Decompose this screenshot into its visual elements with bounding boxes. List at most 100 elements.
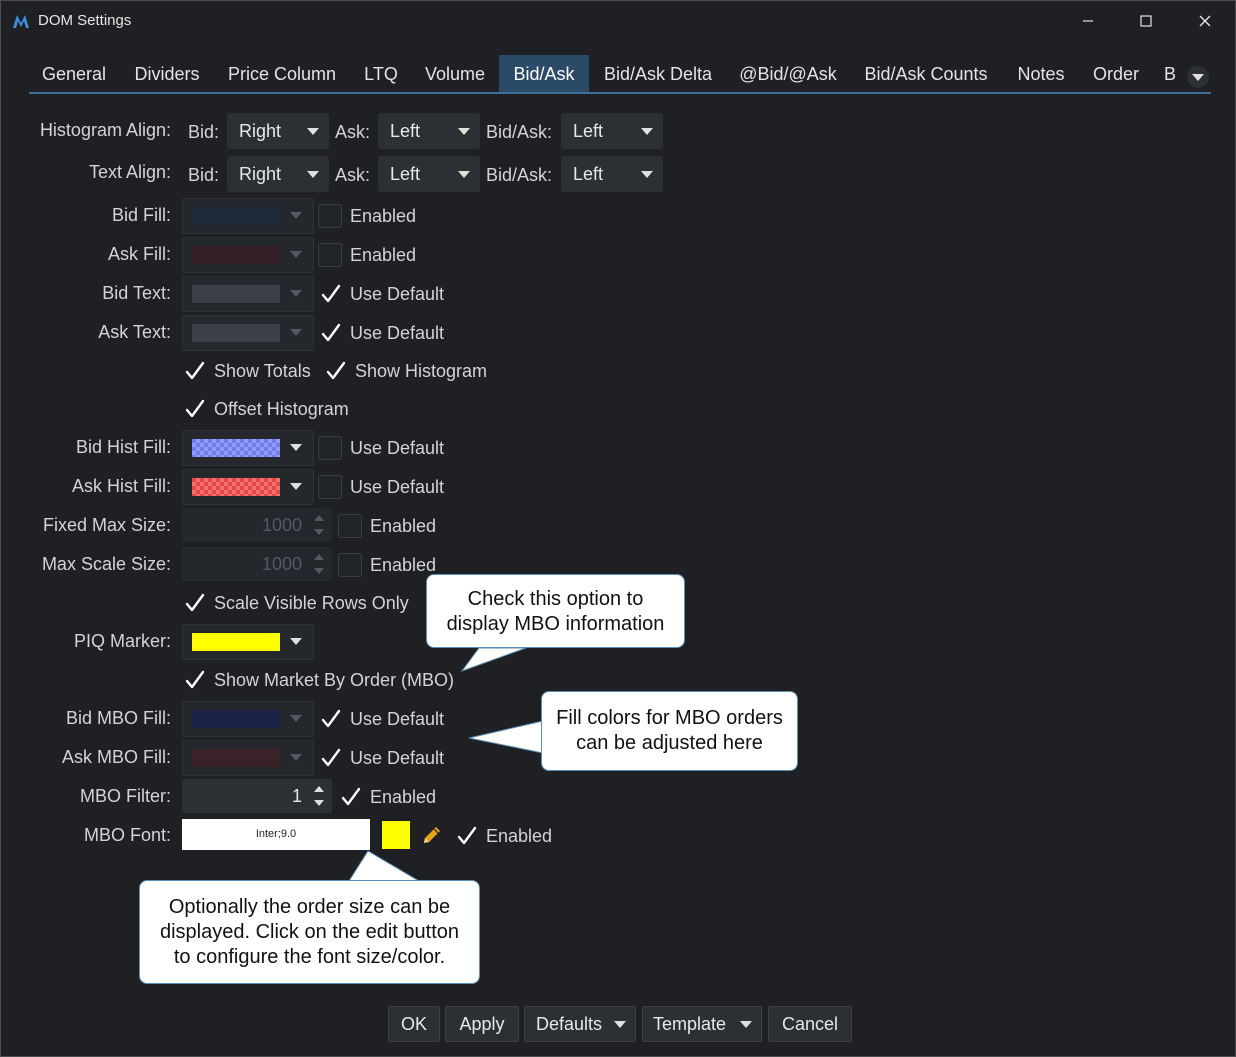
bid-text-color-picker[interactable] [182,276,314,312]
mbo-font-label: MBO Font: [83,825,171,845]
tab-b[interactable]: B [1155,55,1185,93]
text-bidask-align-select[interactable]: Left [561,156,663,192]
mbo-font-display[interactable]: Inter;9.0 [182,819,370,850]
show-totals-checkbox[interactable] [182,359,205,381]
ask-text-label: Ask Text: [98,322,171,342]
histogram-ask-align-select[interactable]: Left [378,113,480,149]
tab-general[interactable]: General [31,55,117,93]
ask-hist-fill-swatch [192,478,280,496]
fixed-max-size-spinbox[interactable]: 1000 [182,508,332,542]
ask-fill-color-picker[interactable] [182,237,314,273]
ask-mbo-fill-use-default-checkbox[interactable] [318,746,341,768]
fixed-max-size-label: Fixed Max Size: [42,515,171,535]
scale-visible-rows-checkbox[interactable] [182,591,205,613]
tab-price-column[interactable]: Price Column [217,55,347,93]
ask-text-swatch [192,324,280,342]
bid-mbo-fill-label: Bid MBO Fill: [65,708,171,728]
chevron-down-icon [290,212,302,219]
ask-hist-fill-label: Ask Hist Fill: [72,476,171,496]
checkmark-icon [321,748,341,767]
chevron-down-icon [290,444,302,451]
tab-bid-ask-delta[interactable]: Bid/Ask Delta [593,55,723,93]
tab-bid-ask-counts[interactable]: Bid/Ask Counts [853,55,999,93]
text-bid-align-select[interactable]: Right [227,156,329,192]
mbo-font-color-swatch[interactable] [382,821,410,849]
checkmark-icon [185,593,205,612]
bid-mbo-fill-color-picker[interactable] [182,701,314,737]
bid-hist-fill-use-default-checkbox[interactable] [318,436,342,460]
bid-text-use-default-checkbox[interactable] [318,282,341,304]
tab-dividers[interactable]: Dividers [123,55,211,93]
ask-hist-fill-color-picker[interactable] [182,469,314,505]
chevron-down-icon [307,171,319,178]
text-ask-align-select[interactable]: Left [378,156,480,192]
checkmark-icon [321,284,341,303]
scale-visible-rows-label: Scale Visible Rows Only [214,593,409,613]
histogram-bid-align-select[interactable]: Right [227,113,329,149]
piq-marker-color-picker[interactable] [182,624,314,660]
histogram-bidask-align-select[interactable]: Left [561,113,663,149]
chevron-down-icon [458,171,470,178]
bid-hist-fill-swatch [192,439,280,457]
tab-volume[interactable]: Volume [415,55,495,93]
chevron-down-icon [290,754,302,761]
chevron-down-icon [458,128,470,135]
show-mbo-label: Show Market By Order (MBO) [214,670,455,690]
bid-fill-color-picker[interactable] [182,198,314,234]
spin-arrows-icon[interactable] [312,783,326,809]
ask-fill-enabled-checkbox[interactable] [318,243,342,267]
ask-mbo-fill-swatch [192,749,280,767]
bid-fill-enabled-label: Enabled [350,206,417,226]
ask-mbo-fill-color-picker[interactable] [182,740,314,776]
chevron-down-icon [290,251,302,258]
app-logo-icon [13,15,29,28]
ask-fill-swatch [192,246,280,264]
tab-order[interactable]: Order [1083,55,1149,93]
fixed-max-size-enabled-checkbox[interactable] [338,514,362,538]
minimize-button[interactable] [1065,7,1111,35]
fixed-max-size-enabled-label: Enabled [370,516,437,536]
tab-at-bid-at-ask[interactable]: @Bid/@Ask [729,55,847,93]
tab-ltq[interactable]: LTQ [353,55,409,93]
mbo-filter-enabled-checkbox[interactable] [338,785,361,807]
bid-hist-fill-label: Bid Hist Fill: [75,437,171,457]
ask-hist-fill-use-default-label: Use Default [350,477,445,497]
apply-button[interactable]: Apply [445,1006,519,1042]
spin-arrows-icon[interactable] [312,551,326,577]
template-button[interactable]: Template [642,1006,762,1042]
defaults-button[interactable]: Defaults [524,1006,636,1042]
ok-button[interactable]: OK [388,1006,440,1042]
max-scale-size-spinbox[interactable]: 1000 [182,547,332,581]
bid-mbo-fill-swatch [192,710,280,728]
window-title: DOM Settings [38,12,132,29]
chevron-down-icon [614,1021,626,1028]
mbo-font-enabled-checkbox[interactable] [454,824,477,846]
mbo-filter-spinbox[interactable]: 1 [182,779,332,813]
offset-histogram-label: Offset Histogram [214,399,349,419]
checkmark-icon [185,361,205,380]
maximize-button[interactable] [1123,7,1169,35]
chevron-down-icon [290,290,302,297]
ask-text-color-picker[interactable] [182,315,314,351]
tab-notes[interactable]: Notes [1005,55,1077,93]
show-histogram-checkbox[interactable] [323,359,346,381]
bid-text-swatch [192,285,280,303]
chevron-down-icon [307,128,319,135]
pencil-edit-icon[interactable] [421,824,443,846]
close-button[interactable] [1181,7,1227,35]
ask-text-use-default-checkbox[interactable] [318,321,341,343]
bid-fill-enabled-checkbox[interactable] [318,204,342,228]
offset-histogram-checkbox[interactable] [182,397,205,419]
checkmark-icon [341,787,361,806]
max-scale-size-enabled-checkbox[interactable] [338,553,362,577]
tab-overflow-button[interactable] [1187,66,1209,88]
bid-hist-fill-color-picker[interactable] [182,430,314,466]
checkmark-icon [185,399,205,418]
spin-arrows-icon[interactable] [312,512,326,538]
show-mbo-checkbox[interactable] [182,668,205,690]
tab-bid-ask[interactable]: Bid/Ask [499,55,589,93]
mbo-filter-enabled-label: Enabled [370,787,437,807]
ask-hist-fill-use-default-checkbox[interactable] [318,475,342,499]
cancel-button[interactable]: Cancel [768,1006,852,1042]
bid-mbo-fill-use-default-checkbox[interactable] [318,707,341,729]
